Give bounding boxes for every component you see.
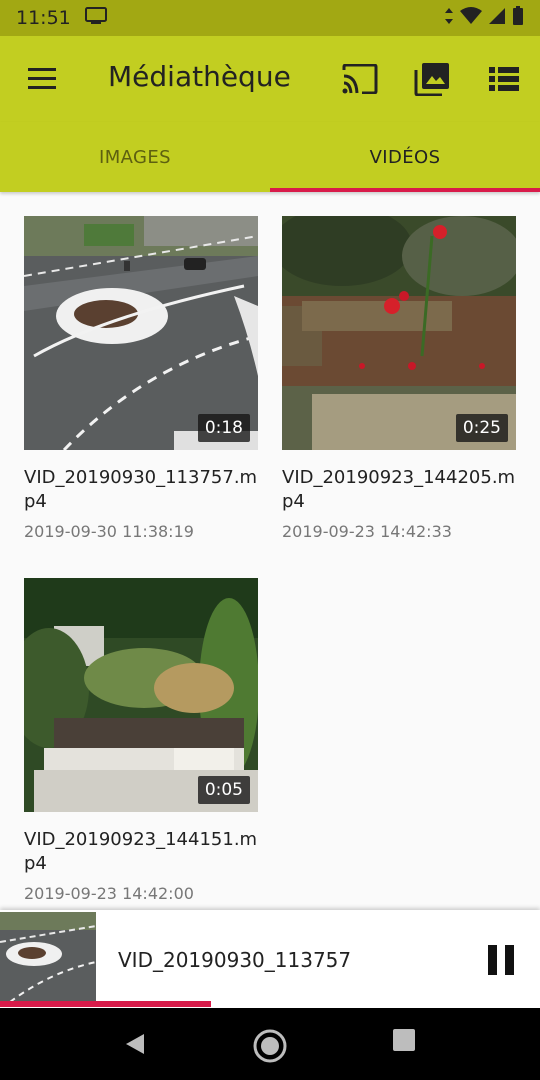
pause-icon: [488, 945, 514, 975]
status-bar: 11:51: [0, 0, 540, 36]
system-nav-bar: [0, 1008, 540, 1080]
home-icon[interactable]: [252, 1028, 287, 1063]
tab-bar: IMAGES VIDÉOS: [0, 122, 540, 192]
screen-cast-status-icon: [84, 6, 107, 30]
menu-icon[interactable]: [28, 68, 56, 90]
data-arrows-icon: [444, 7, 454, 30]
video-item[interactable]: 0:05 VID_20190923_144151.mp4 2019-09-23 …: [24, 578, 258, 903]
pause-button[interactable]: [486, 944, 516, 976]
video-filename: VID_20190930_113757.mp4: [24, 467, 258, 512]
signal-icon: [488, 7, 506, 30]
video-date: 2019-09-30 11:38:19: [24, 522, 194, 541]
video-filename: VID_20190923_144205.mp4: [282, 467, 516, 512]
video-item[interactable]: 0:25 VID_20190923_144205.mp4 2019-09-23 …: [282, 216, 516, 541]
view-list-icon[interactable]: [486, 62, 522, 96]
video-thumbnail[interactable]: 0:18: [24, 216, 258, 450]
app-bar: Médiathèque: [0, 36, 540, 122]
video-thumbnail[interactable]: 0:25: [282, 216, 516, 450]
status-time: 11:51: [16, 7, 71, 29]
wifi-icon: [460, 6, 482, 30]
recents-icon[interactable]: [392, 1028, 424, 1060]
player-title: VID_20190930_113757: [118, 948, 352, 972]
video-duration: 0:18: [197, 414, 250, 442]
playback-progress-fill: [0, 1001, 211, 1007]
playback-progress[interactable]: [0, 1001, 540, 1007]
cast-icon[interactable]: [342, 62, 378, 96]
video-duration: 0:25: [455, 414, 508, 442]
battery-icon: [512, 5, 524, 31]
mini-player[interactable]: VID_20190930_113757: [0, 910, 540, 1008]
video-filename: VID_20190923_144151.mp4: [24, 829, 258, 874]
back-icon[interactable]: [120, 1028, 152, 1060]
video-thumbnail[interactable]: 0:05: [24, 578, 258, 812]
tab-images[interactable]: IMAGES: [0, 122, 270, 192]
app-title: Médiathèque: [108, 60, 291, 93]
video-item[interactable]: 0:18 VID_20190930_113757.mp4 2019-09-30 …: [24, 216, 258, 541]
video-date: 2019-09-23 14:42:33: [282, 522, 452, 541]
video-date: 2019-09-23 14:42:00: [24, 884, 194, 903]
video-duration: 0:05: [197, 776, 250, 804]
photo-library-icon[interactable]: [414, 62, 450, 96]
player-thumbnail[interactable]: [0, 912, 96, 1002]
tab-videos[interactable]: VIDÉOS: [270, 122, 540, 192]
